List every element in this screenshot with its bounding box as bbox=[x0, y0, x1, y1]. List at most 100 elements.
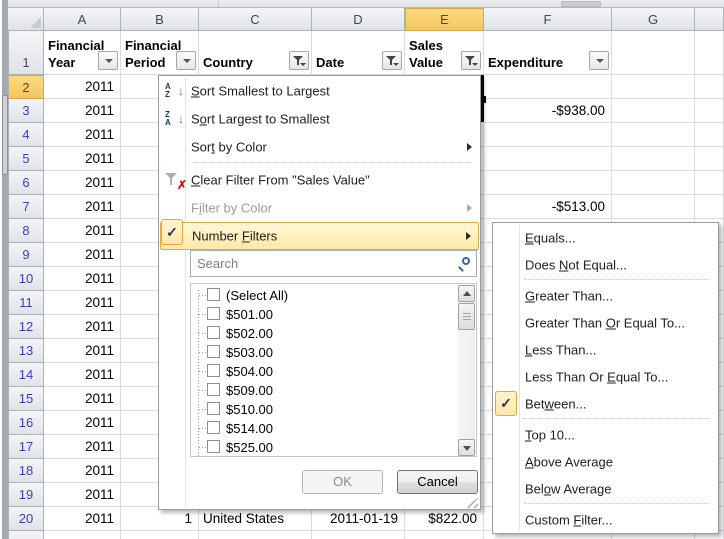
column-header-F[interactable]: F bbox=[484, 8, 612, 31]
submenu-item-greater-than[interactable]: Greater Than... bbox=[494, 282, 717, 309]
row-header-19[interactable]: 19 bbox=[8, 483, 44, 507]
cell-D21[interactable] bbox=[312, 531, 405, 539]
row-header-5[interactable]: 5 bbox=[8, 147, 44, 171]
filter-value-item-503-00[interactable]: $503.00 bbox=[191, 343, 441, 362]
scroll-up-button[interactable] bbox=[458, 285, 475, 302]
filter-value-item-504-00[interactable]: $504.00 bbox=[191, 362, 441, 381]
cell-F2[interactable] bbox=[484, 75, 612, 99]
select-all-corner[interactable] bbox=[8, 8, 44, 31]
cell-E21[interactable] bbox=[405, 531, 484, 539]
filter-button-D[interactable] bbox=[382, 51, 402, 70]
cell-A17[interactable]: 2011 bbox=[44, 435, 121, 459]
row-header-18[interactable]: 18 bbox=[8, 459, 44, 483]
cell-G2[interactable] bbox=[612, 75, 695, 99]
cell-H7[interactable] bbox=[695, 195, 724, 219]
filter-value-checkbox[interactable] bbox=[207, 383, 220, 396]
cell-H1[interactable] bbox=[695, 31, 724, 75]
filter-value-checkbox[interactable] bbox=[207, 402, 220, 415]
row-header-17[interactable]: 17 bbox=[8, 435, 44, 459]
row-header-12[interactable]: 12 bbox=[8, 315, 44, 339]
cell-A21[interactable] bbox=[44, 531, 121, 539]
cell-A8[interactable]: 2011 bbox=[44, 219, 121, 243]
cell-H5[interactable] bbox=[695, 147, 724, 171]
menu-item-clear-filter-from-sales-value[interactable]: ✗Clear Filter From "Sales Value" bbox=[160, 166, 479, 194]
cell-G6[interactable] bbox=[612, 171, 695, 195]
cell-G1[interactable] bbox=[612, 31, 695, 75]
filter-value-item-partial[interactable] bbox=[191, 454, 441, 457]
submenu-item-between[interactable]: Between... bbox=[494, 390, 717, 417]
row-header-3[interactable]: 3 bbox=[8, 99, 44, 123]
cell-H2[interactable] bbox=[695, 75, 724, 99]
cell-A1[interactable]: Financial Year bbox=[44, 31, 121, 75]
submenu-item-equals[interactable]: Equals... bbox=[494, 224, 717, 251]
cell-F6[interactable] bbox=[484, 171, 612, 195]
cell-A4[interactable]: 2011 bbox=[44, 123, 121, 147]
filter-button-B[interactable] bbox=[176, 51, 196, 70]
row-header-10[interactable]: 10 bbox=[8, 267, 44, 291]
cell-F7[interactable]: -$513.00 bbox=[484, 195, 612, 219]
column-header-C[interactable]: C bbox=[199, 8, 312, 31]
row-header-14[interactable]: 14 bbox=[8, 363, 44, 387]
cell-H6[interactable] bbox=[695, 171, 724, 195]
cell-B21[interactable] bbox=[121, 531, 199, 539]
scroll-down-button[interactable] bbox=[458, 439, 475, 456]
filter-value-checkbox[interactable] bbox=[207, 326, 220, 339]
submenu-item-less-than[interactable]: Less Than... bbox=[494, 336, 717, 363]
cell-C21[interactable] bbox=[199, 531, 312, 539]
filter-value-item-514-00[interactable]: $514.00 bbox=[191, 419, 441, 438]
filter-value-item-510-00[interactable]: $510.00 bbox=[191, 400, 441, 419]
filter-value-checkbox[interactable] bbox=[207, 307, 220, 320]
window-scrollbar-thumb[interactable] bbox=[2, 95, 8, 175]
filter-value-item-509-00[interactable]: $509.00 bbox=[191, 381, 441, 400]
column-header-G[interactable]: G bbox=[612, 8, 695, 31]
submenu-item-top-10[interactable]: Top 10... bbox=[494, 421, 717, 448]
cancel-button[interactable]: Cancel bbox=[397, 470, 478, 494]
cell-A2[interactable]: 2011 bbox=[44, 75, 121, 99]
column-header-E[interactable]: E bbox=[405, 8, 484, 31]
filter-value-item-select-all[interactable]: (Select All) bbox=[191, 286, 441, 305]
cell-E20[interactable]: $822.00 bbox=[405, 507, 484, 531]
column-header-partial[interactable] bbox=[695, 8, 724, 31]
submenu-item-does-not-equal[interactable]: Does Not Equal... bbox=[494, 251, 717, 278]
cell-F1[interactable]: Expenditure bbox=[484, 31, 612, 75]
cell-A15[interactable]: 2011 bbox=[44, 387, 121, 411]
submenu-item-greater-than-or-equal-to[interactable]: Greater Than Or Equal To... bbox=[494, 309, 717, 336]
filter-value-checkbox[interactable] bbox=[207, 456, 220, 457]
row-header-11[interactable]: 11 bbox=[8, 291, 44, 315]
filter-button-F[interactable] bbox=[589, 51, 609, 70]
cell-E1[interactable]: Sales Value bbox=[405, 31, 484, 75]
cell-A6[interactable]: 2011 bbox=[44, 171, 121, 195]
row-header-20[interactable]: 20 bbox=[8, 507, 44, 531]
row-header-6[interactable]: 6 bbox=[8, 171, 44, 195]
row-header-4[interactable]: 4 bbox=[8, 123, 44, 147]
cell-A3[interactable]: 2011 bbox=[44, 99, 121, 123]
submenu-item-custom-filter[interactable]: Custom Filter... bbox=[494, 506, 717, 533]
cell-B20[interactable]: 1 bbox=[121, 507, 199, 531]
column-header-B[interactable]: B bbox=[121, 8, 199, 31]
cell-D1[interactable]: Date bbox=[312, 31, 405, 75]
cell-H4[interactable] bbox=[695, 123, 724, 147]
filter-value-checkbox[interactable] bbox=[207, 288, 220, 301]
filter-value-item-501-00[interactable]: $501.00 bbox=[191, 305, 441, 324]
list-scrollbar[interactable] bbox=[458, 285, 475, 456]
menu-item-sort-by-color[interactable]: Sort by Color bbox=[160, 133, 479, 161]
cell-A18[interactable]: 2011 bbox=[44, 459, 121, 483]
submenu-item-above-average[interactable]: Above Average bbox=[494, 448, 717, 475]
filter-button-A[interactable] bbox=[98, 51, 118, 70]
column-header-D[interactable]: D bbox=[312, 8, 405, 31]
cell-A20[interactable]: 2011 bbox=[44, 507, 121, 531]
menu-item-number-filters[interactable]: Number Filters bbox=[160, 222, 479, 250]
cell-A11[interactable]: 2011 bbox=[44, 291, 121, 315]
filter-value-item-502-00[interactable]: $502.00 bbox=[191, 324, 441, 343]
filter-value-checkbox[interactable] bbox=[207, 421, 220, 434]
cell-C20[interactable]: United States bbox=[199, 507, 312, 531]
cell-A7[interactable]: 2011 bbox=[44, 195, 121, 219]
row-header-16[interactable]: 16 bbox=[8, 411, 44, 435]
search-input[interactable] bbox=[190, 250, 477, 277]
row-header-9[interactable]: 9 bbox=[8, 243, 44, 267]
cell-G5[interactable] bbox=[612, 147, 695, 171]
row-header-15[interactable]: 15 bbox=[8, 387, 44, 411]
row-header-13[interactable]: 13 bbox=[8, 339, 44, 363]
cell-A13[interactable]: 2011 bbox=[44, 339, 121, 363]
cell-A16[interactable]: 2011 bbox=[44, 411, 121, 435]
